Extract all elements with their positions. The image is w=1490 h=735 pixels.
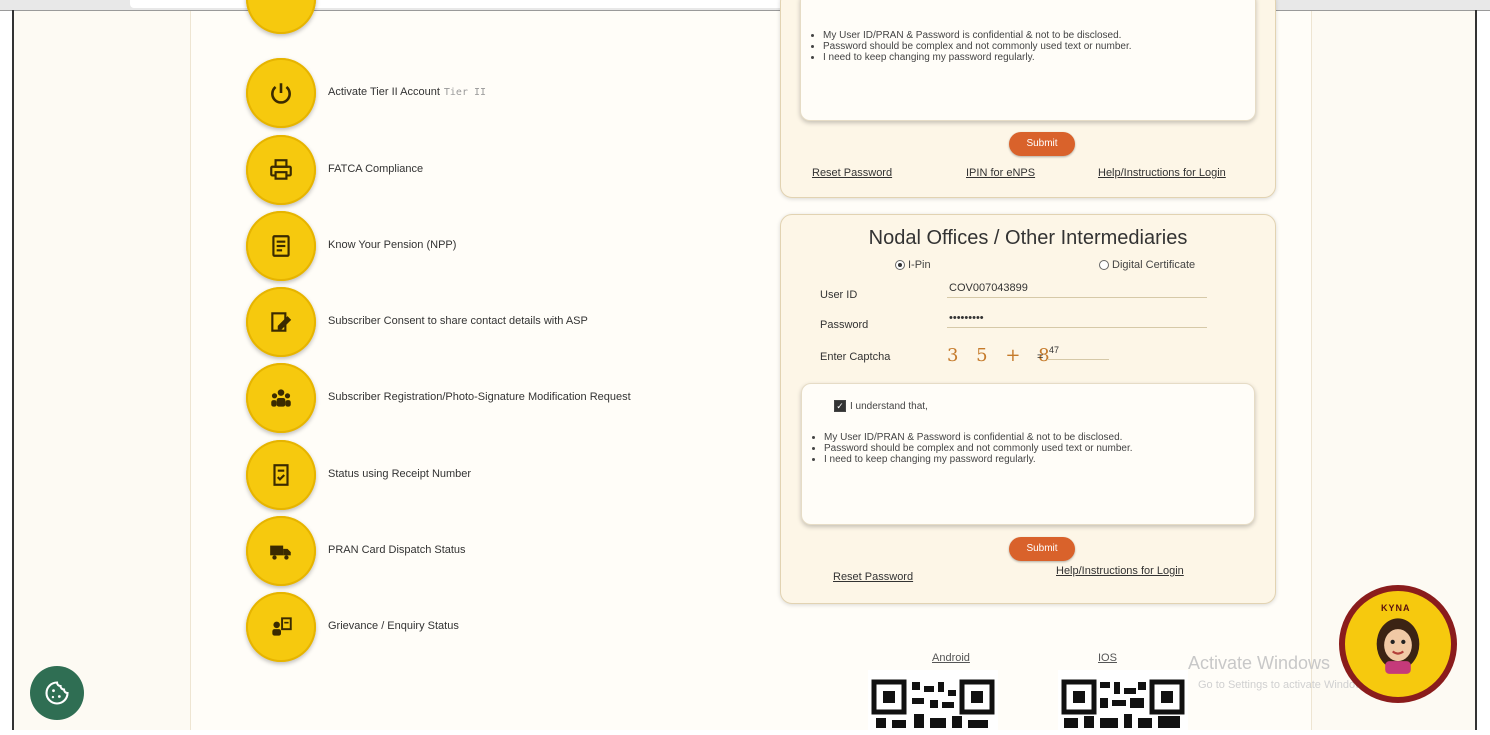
- subscriber-login-card: My User ID/PRAN & Password is confidenti…: [780, 0, 1276, 198]
- service-fatca[interactable]: FATCA Compliance: [246, 135, 726, 207]
- service-label: Grievance / Enquiry Status: [328, 620, 459, 632]
- disclaimer-item: My User ID/PRAN & Password is confidenti…: [823, 30, 1255, 41]
- captcha-label: Enter Captcha: [820, 351, 891, 363]
- disclaimer-item: I need to keep changing my password regu…: [824, 454, 1254, 465]
- user-id-label: User ID: [820, 289, 858, 301]
- nodal-card-title: Nodal Offices / Other Intermediaries: [868, 227, 1188, 249]
- password-label: Password: [820, 319, 869, 331]
- cookie-settings-button[interactable]: [30, 666, 84, 720]
- disclaimer-item: Password should be complex and not commo…: [823, 41, 1255, 52]
- submit-button[interactable]: Submit: [1009, 537, 1075, 561]
- submit-button[interactable]: Submit: [1009, 132, 1075, 156]
- disclaimer-item: My User ID/PRAN & Password is confidenti…: [824, 432, 1254, 443]
- disclaimer-list: My User ID/PRAN & Password is confidenti…: [801, 30, 1255, 63]
- windows-activation-watermark: Activate Windows: [1188, 653, 1331, 673]
- nodal-login-card: Nodal Offices / Other Intermediaries I-P…: [780, 214, 1276, 604]
- frame-border-right: [1475, 10, 1477, 730]
- service-subscriber-registration[interactable]: Subscriber Registration/Photo-Signature …: [246, 363, 726, 435]
- radio-digital-label: Digital Certificate: [1112, 259, 1196, 271]
- service-label: Activate Tier II Account: [328, 86, 440, 98]
- service-label: Subscriber Consent to share contact deta…: [328, 315, 588, 327]
- service-label: Know Your Pension (NPP): [328, 239, 457, 251]
- radio-digital-certificate[interactable]: Digital Certificate: [1099, 259, 1195, 271]
- service-label: Subscriber Registration/Photo-Signature …: [328, 391, 631, 403]
- service-know-pension[interactable]: Know Your Pension (NPP): [246, 211, 726, 283]
- understand-checkbox[interactable]: ✓ I understand that,: [834, 400, 928, 412]
- document-icon: [246, 211, 316, 281]
- truck-icon: [246, 516, 316, 586]
- understand-label: I understand that,: [850, 400, 928, 412]
- help-login-link[interactable]: Help/Instructions for Login: [1056, 565, 1184, 577]
- receipt-icon: [246, 440, 316, 510]
- ios-qr-code: [1058, 670, 1188, 730]
- user-id-input[interactable]: COV007043899: [947, 279, 1207, 298]
- service-pran-dispatch[interactable]: PRAN Card Dispatch Status: [246, 516, 726, 588]
- windows-activation-subtext: Go to Settings to activate Windows.: [1198, 679, 1372, 691]
- password-input[interactable]: •••••••••: [947, 309, 1207, 328]
- frame-border-left: [12, 10, 14, 730]
- disclaimer-item: Password should be complex and not commo…: [824, 443, 1254, 454]
- service-item-top[interactable]: [246, 0, 726, 36]
- kyna-chatbot-button[interactable]: KYNA: [1339, 585, 1457, 703]
- radio-ipin[interactable]: I-Pin: [895, 259, 931, 271]
- android-qr-code: [868, 670, 998, 730]
- kyna-label: KYNA: [1381, 603, 1411, 613]
- service-sub-label: Tier II: [443, 87, 487, 98]
- android-link[interactable]: Android: [932, 652, 970, 664]
- printer-icon: [246, 135, 316, 205]
- disclaimer-box: ✓ I understand that, My User ID/PRAN & Pa…: [801, 383, 1255, 525]
- service-grievance-status[interactable]: Grievance / Enquiry Status: [246, 592, 726, 664]
- cookie-icon: [45, 681, 69, 705]
- consent-form-icon: [246, 287, 316, 357]
- service-label: PRAN Card Dispatch Status: [328, 544, 466, 556]
- radio-ipin-label: I-Pin: [908, 259, 931, 271]
- captcha-input[interactable]: 47: [1047, 341, 1109, 360]
- reset-password-link[interactable]: Reset Password: [812, 167, 892, 179]
- service-subscriber-consent[interactable]: Subscriber Consent to share contact deta…: [246, 287, 726, 359]
- enquiry-icon: [246, 592, 316, 662]
- reset-password-link[interactable]: Reset Password: [833, 571, 913, 583]
- checkbox-checked: ✓: [834, 400, 846, 412]
- service-status-receipt[interactable]: Status using Receipt Number: [246, 440, 726, 512]
- disclaimer-box: My User ID/PRAN & Password is confidenti…: [800, 0, 1256, 121]
- captcha-equals: =: [1037, 351, 1044, 363]
- disclaimer-list: My User ID/PRAN & Password is confidenti…: [802, 432, 1254, 465]
- service-label: Status using Receipt Number: [328, 468, 472, 480]
- service-label: FATCA Compliance: [328, 163, 424, 175]
- group-icon: [246, 363, 316, 433]
- user-icon: [246, 0, 316, 34]
- ios-link[interactable]: IOS: [1098, 652, 1117, 664]
- power-icon: [246, 58, 316, 128]
- help-login-link[interactable]: Help/Instructions for Login: [1098, 167, 1226, 179]
- ipin-enps-link[interactable]: IPIN for eNPS: [966, 167, 1035, 179]
- disclaimer-item: I need to keep changing my password regu…: [823, 52, 1255, 63]
- radio-dot: [1099, 260, 1109, 270]
- radio-dot-selected: [895, 260, 905, 270]
- kyna-avatar-icon: [1376, 618, 1420, 674]
- service-activate-tier2[interactable]: Activate Tier II Account Tier II: [246, 58, 726, 130]
